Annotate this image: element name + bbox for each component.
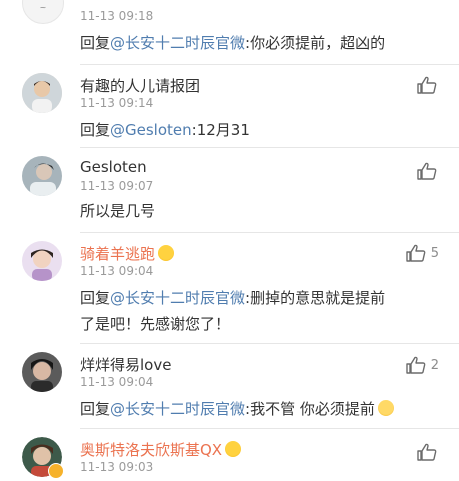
reply-prefix: 回复 <box>80 34 111 52</box>
reply-text: :删掉的意思就是提前 <box>245 289 386 307</box>
like-button[interactable]: 5 <box>406 244 439 262</box>
like-button[interactable]: 2 <box>406 356 439 374</box>
emoji-icon <box>158 245 175 261</box>
emoji-icon <box>377 400 394 416</box>
thumbs-up-icon <box>406 244 426 262</box>
comment-text: 回复@长安十二时辰官微:删掉的意思就是提前 了是吧！先感谢您了！ <box>80 285 445 337</box>
divider <box>80 232 459 233</box>
reply-text: :你必须提前，超凶的 <box>245 34 386 52</box>
avatar[interactable] <box>22 437 64 479</box>
comment-time: 11-13 09:04 <box>80 375 154 389</box>
verified-badge-icon <box>48 463 64 479</box>
mention-link[interactable]: @长安十二时辰官微 <box>110 400 245 418</box>
avatar[interactable] <box>22 73 62 113</box>
divider <box>80 64 459 65</box>
divider <box>80 147 459 148</box>
mention-link[interactable]: @Gesloten <box>110 121 192 139</box>
thumbs-up-icon[interactable] <box>417 76 437 94</box>
avatar[interactable]: ~ <box>22 0 64 24</box>
commenter-name[interactable]: 烊烊得易love <box>80 354 171 375</box>
comment-time: 11-13 09:03 <box>80 460 154 474</box>
divider <box>80 343 459 344</box>
commenter-name-text: 骑着羊逃跑 <box>80 245 156 263</box>
comment-text: 回复@Gesloten:12月31 <box>80 117 445 143</box>
comment-time: 11-13 09:04 <box>80 264 154 278</box>
thumbs-up-icon <box>406 356 426 374</box>
commenter-name[interactable]: 有趣的人儿请报团 <box>80 75 200 96</box>
svg-text:~: ~ <box>40 3 47 12</box>
avatar[interactable] <box>22 156 62 196</box>
reply-prefix: 回复 <box>80 400 111 418</box>
divider <box>80 428 459 429</box>
like-count: 2 <box>430 357 439 373</box>
comment-time: 11-13 09:18 <box>80 9 154 23</box>
comment-text: 回复@长安十二时辰官微:我不管 你必须提前 <box>80 396 445 422</box>
commenter-name-text: 奥斯特洛夫欣斯基QX <box>80 441 223 459</box>
commenter-name[interactable]: 骑着羊逃跑 <box>80 243 175 264</box>
comment-text: 所以是几号 <box>80 202 156 220</box>
reply-text: :我不管 你必须提前 <box>245 400 375 418</box>
thumbs-up-icon[interactable] <box>417 162 437 180</box>
comment-time: 11-13 09:14 <box>80 96 154 110</box>
like-count: 5 <box>430 245 439 261</box>
commenter-name[interactable]: Gesloten <box>80 158 147 176</box>
avatar[interactable] <box>22 352 62 392</box>
comment-text: 回复@长安十二时辰官微:你必须提前，超凶的 <box>80 30 445 56</box>
mention-link[interactable]: @长安十二时辰官微 <box>110 289 245 307</box>
commenter-name[interactable]: 奥斯特洛夫欣斯基QX <box>80 439 242 460</box>
thumbs-up-icon[interactable] <box>417 443 437 461</box>
reply-text: :12月31 <box>191 121 250 139</box>
reply-prefix: 回复 <box>80 289 111 307</box>
avatar[interactable] <box>22 241 62 281</box>
emoji-icon <box>225 441 242 457</box>
reply-prefix: 回复 <box>80 121 111 139</box>
comment-time: 11-13 09:07 <box>80 179 154 193</box>
reply-text-continued: 了是吧！先感谢您了！ <box>80 315 231 333</box>
mention-link[interactable]: @长安十二时辰官微 <box>110 34 245 52</box>
